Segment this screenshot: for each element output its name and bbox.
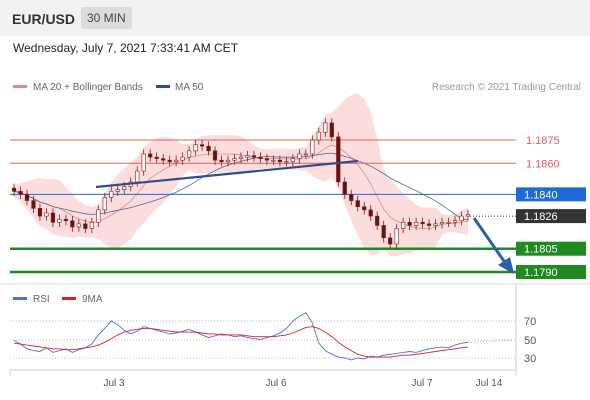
x-tick-jul7: Jul 7 <box>411 378 433 389</box>
rsi-tick-30: 30 <box>524 353 536 365</box>
bollinger-legend-swatch <box>13 85 27 88</box>
bollinger-band <box>14 93 468 257</box>
x-tick-jul14: Jul 14 <box>476 378 503 389</box>
level-label-1.1860: 1.1860 <box>526 158 560 170</box>
bollinger-legend-label: MA 20 + Bollinger Bands <box>33 82 143 93</box>
level-label-1.1790: 1.1790 <box>524 267 558 279</box>
level-label-1.1840: 1.1840 <box>524 189 558 201</box>
rsi-legend-label: RSI <box>33 294 50 305</box>
forecast-arrow-shaft <box>472 217 508 265</box>
price-labels: 1.1875 1.1860 1.1840 1.1826 1.1805 1.1790 <box>516 135 586 279</box>
copyright-text: Research © 2021 Trading Central <box>432 82 581 93</box>
rsi-ma-legend-swatch <box>62 297 76 300</box>
x-tick-jul3: Jul 3 <box>103 378 125 389</box>
rsi-plot <box>13 312 513 361</box>
level-label-1.1826: 1.1826 <box>524 211 558 223</box>
rsi-line <box>13 312 469 361</box>
trading-chart: MA 20 + Bollinger Bands MA 50 Research ©… <box>0 82 590 389</box>
bollinger-fill <box>14 93 468 257</box>
x-tick-jul6: Jul 6 <box>265 378 287 389</box>
rsi-tick-70: 70 <box>524 316 536 328</box>
level-label-1.1805: 1.1805 <box>524 244 558 256</box>
rsi-legend-swatch <box>13 297 27 300</box>
level-label-1.1875: 1.1875 <box>526 135 560 147</box>
rsi-tick-50: 50 <box>524 335 536 347</box>
rsi-projection <box>467 339 513 343</box>
rsi-ma-legend-label: 9MA <box>82 294 103 305</box>
ma50-legend-label: MA 50 <box>175 82 204 93</box>
ma50-legend-swatch <box>156 85 170 88</box>
candle <box>336 132 341 187</box>
